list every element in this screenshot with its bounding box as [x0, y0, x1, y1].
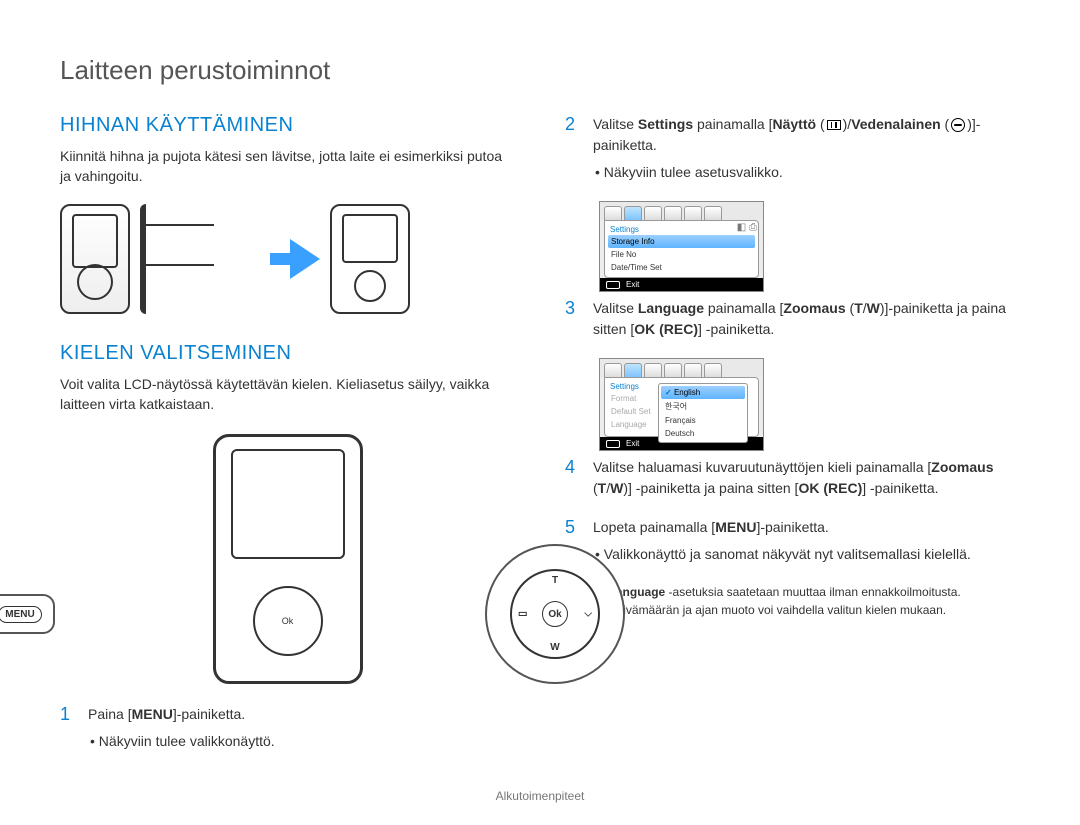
step-3-body: Valitse Language painamalla [Zoomaus (T/…: [593, 298, 1020, 340]
submenu-row-selected: English: [661, 386, 745, 399]
dpad-right-icon: ⌵: [584, 609, 592, 620]
menu-button-callout: MENU: [0, 594, 55, 634]
exit-label: Exit: [626, 280, 639, 289]
step-2: 2 Valitse Settings painamalla [Näyttö ()…: [565, 114, 1020, 183]
content-columns: HIHNAN KÄYTTÄMINEN Kiinnitä hihna ja puj…: [60, 114, 1020, 770]
dpad-w-label: W: [550, 642, 559, 653]
menu-tab: [664, 206, 682, 220]
step-5-body: Lopeta painamalla [MENU]-painiketta. Val…: [593, 517, 1020, 565]
step-3: 3 Valitse Language painamalla [Zoomaus (…: [565, 298, 1020, 340]
step-5: 5 Lopeta painamalla [MENU]-painiketta. V…: [565, 517, 1020, 565]
exit-label: Exit: [626, 439, 639, 448]
menu-row-selected: Storage Info: [608, 235, 755, 248]
step-1-number: 1: [60, 704, 74, 725]
step-2-bullet: Näkyviin tulee asetusvalikko.: [593, 162, 1020, 183]
arrow-right-icon: [290, 239, 320, 279]
note-item: Päivämäärän ja ajan muoto voi vaihdella …: [601, 601, 961, 619]
menu-button-icon: [606, 440, 620, 448]
submenu-row: 한국어: [661, 399, 745, 414]
step-1-text-post: ]-painiketta.: [173, 706, 245, 722]
submenu-row: Français: [661, 414, 745, 427]
language-submenu: English 한국어 Français Deutsch: [658, 383, 748, 443]
menu-exitbar: Exit: [600, 278, 763, 291]
device-front-illust: [60, 204, 130, 314]
dpad-t-label: T: [552, 575, 558, 586]
step-4: 4 Valitse haluamasi kuvaruutunäyttöjen k…: [565, 457, 1020, 499]
menu-panel-header: Settings: [608, 224, 755, 235]
display-icon: [827, 120, 841, 130]
menu-tab: [684, 206, 702, 220]
menu-tab: [684, 363, 702, 377]
step-1: 1 Paina [MENU]-painiketta. Näkyviin tule…: [60, 704, 515, 752]
section-language-body: Voit valita LCD-näytössä käytettävän kie…: [60, 375, 515, 414]
device-dpad-illust: [253, 586, 323, 656]
section-language-title: KIELEN VALITSEMINEN: [60, 342, 515, 365]
footer-section-label: Alkutoimenpiteet: [0, 789, 1080, 803]
device-in-hand-illust: [330, 204, 410, 314]
dpad-callout: T W ▭ ⌵: [485, 544, 625, 684]
left-column: HIHNAN KÄYTTÄMINEN Kiinnitä hihna ja puj…: [60, 114, 515, 770]
menu-tab: [604, 206, 622, 220]
menu-tab: [604, 363, 622, 377]
menu-row: File No: [608, 248, 755, 261]
section-strap-title: HIHNAN KÄYTTÄMINEN: [60, 114, 515, 137]
note-box: Language -asetuksia saatetaan muuttaa il…: [565, 583, 1020, 619]
step-4-number: 4: [565, 457, 579, 478]
submenu-row: Deutsch: [661, 427, 745, 440]
menu-button-label: MENU: [0, 606, 42, 623]
note-list: Language -asetuksia saatetaan muuttaa il…: [601, 583, 961, 619]
page-header: Laitteen perustoiminnot: [60, 55, 1020, 86]
menu-panel: Settings Storage Info File No Date/Time …: [604, 220, 759, 278]
menu-tab: [644, 206, 662, 220]
device-body-illust: [213, 434, 363, 684]
screenshot-side-icons: ◧ ⎙: [737, 222, 757, 233]
strap-illustration: [60, 204, 515, 314]
menu-tabbar: [600, 202, 763, 220]
right-column: 2 Valitse Settings painamalla [Näyttö ()…: [565, 114, 1020, 770]
menu-tab: [664, 363, 682, 377]
step-4-body: Valitse haluamasi kuvaruutunäyttöjen kie…: [593, 457, 1020, 499]
menu-tab: [644, 363, 662, 377]
note-item: Language -asetuksia saatetaan muuttaa il…: [601, 583, 961, 601]
menu-tab-active: [624, 206, 642, 220]
step-2-number: 2: [565, 114, 579, 135]
section-strap-body: Kiinnitä hihna ja pujota kätesi sen lävi…: [60, 147, 515, 186]
step-2-body: Valitse Settings painamalla [Näyttö ()/V…: [593, 114, 1020, 183]
step-1-bold: MENU: [132, 706, 173, 722]
underwater-icon: [951, 118, 965, 132]
menu-tab: [704, 363, 722, 377]
step-1-bullet: Näkyviin tulee valikkonäyttö.: [88, 731, 515, 752]
step-3-number: 3: [565, 298, 579, 319]
menu-row: Date/Time Set: [608, 261, 755, 274]
menu-tabbar: [600, 359, 763, 377]
step-1-body: Paina [MENU]-painiketta. Näkyviin tulee …: [88, 704, 515, 752]
strap-threading-illust: [140, 204, 220, 314]
menu-tab: [704, 206, 722, 220]
step-5-bullet: Valikkonäyttö ja sanomat näkyvät nyt val…: [593, 544, 1020, 565]
settings-menu-screenshot-2: Settings Format Default Set Language Eng…: [599, 358, 764, 451]
dpad-left-icon: ▭: [518, 609, 527, 620]
device-menu-illust: MENU T W ▭ ⌵: [60, 434, 515, 684]
step-5-number: 5: [565, 517, 579, 538]
menu-tab-active: [624, 363, 642, 377]
menu-button-icon: [606, 281, 620, 289]
menu-panel: Settings Format Default Set Language Eng…: [604, 377, 759, 437]
dpad-ring: T W ▭ ⌵: [510, 569, 600, 659]
device-screen-illust: [231, 449, 345, 559]
step-1-text-pre: Paina [: [88, 706, 132, 722]
settings-menu-screenshot-1: Settings Storage Info File No Date/Time …: [599, 201, 764, 292]
